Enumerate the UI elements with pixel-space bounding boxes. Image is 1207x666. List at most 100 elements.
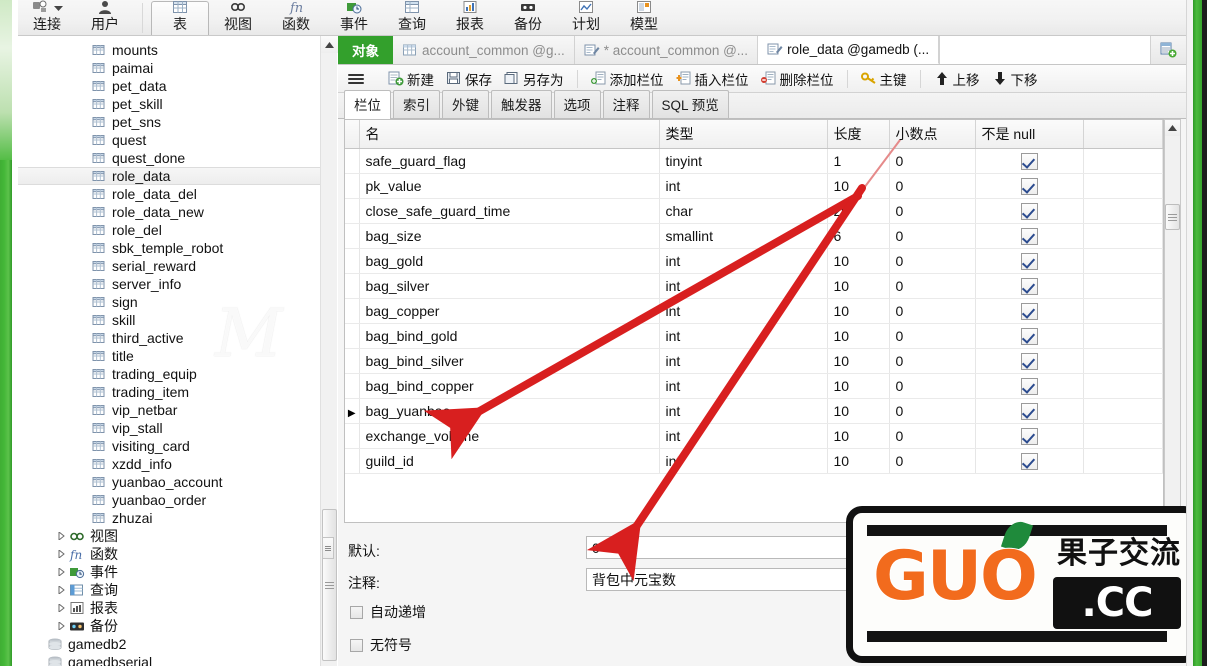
subtab-3[interactable]: 触发器: [491, 90, 552, 118]
table-row[interactable]: ▶ bag_yuanbao int 10 0: [345, 398, 1163, 424]
ribbon-button-view[interactable]: 视图: [209, 1, 267, 35]
cell-field-notnull[interactable]: [975, 423, 1084, 449]
checkbox-icon[interactable]: [350, 605, 363, 619]
tree-table-paimai[interactable]: paimai: [18, 59, 320, 77]
tree-table-visiting_card[interactable]: visiting_card: [18, 437, 320, 455]
cell-field-name[interactable]: bag_bind_gold: [359, 323, 660, 349]
cell-field-decimals[interactable]: 0: [889, 223, 976, 249]
checkbox-icon[interactable]: [350, 638, 363, 652]
tree-table-vip_netbar[interactable]: vip_netbar: [18, 401, 320, 419]
chevron-right-icon[interactable]: [54, 622, 68, 630]
cell-field-notnull[interactable]: [975, 148, 1084, 174]
tree-table-pet_sns[interactable]: pet_sns: [18, 113, 320, 131]
cell-field-notnull[interactable]: [975, 373, 1084, 399]
cell-field-length[interactable]: 10: [827, 273, 890, 299]
not-null-checkbox[interactable]: [1020, 452, 1038, 470]
toolbar-button-save-as[interactable]: 另存为: [498, 67, 570, 91]
tree-table-yuanbao_account[interactable]: yuanbao_account: [18, 473, 320, 491]
ribbon-button-backup[interactable]: 备份: [499, 1, 557, 35]
tree-group-函数[interactable]: fn 函数: [18, 545, 320, 563]
tree-table-trading_equip[interactable]: trading_equip: [18, 365, 320, 383]
cell-field-decimals[interactable]: 0: [889, 398, 976, 424]
cell-field-length[interactable]: 10: [827, 398, 890, 424]
toolbar-button-primary-key[interactable]: 主键: [855, 67, 913, 91]
object-tree-sidebar[interactable]: mounts paimai pet_data pet_skill pet_sns ques…: [18, 36, 320, 666]
cell-field-type[interactable]: int: [659, 298, 828, 324]
grid-scroll-thumb[interactable]: [1165, 204, 1180, 230]
sidebar-vertical-scrollbar[interactable]: [320, 36, 338, 666]
cell-field-notnull[interactable]: [975, 173, 1084, 199]
cell-field-name[interactable]: pk_value: [359, 173, 660, 199]
table-row[interactable]: bag_copper int 10 0: [345, 298, 1163, 324]
subtab-6[interactable]: SQL 预览: [651, 90, 729, 118]
tree-group-视图[interactable]: 视图: [18, 527, 320, 545]
ribbon-button-schedule[interactable]: 计划: [557, 1, 615, 35]
cell-field-decimals[interactable]: 0: [889, 148, 976, 174]
tree-table-pet_skill[interactable]: pet_skill: [18, 95, 320, 113]
editor-tab-2[interactable]: role_data @gamedb (...: [758, 36, 940, 64]
tree-database-gamedb2[interactable]: gamedb2: [18, 635, 320, 653]
tree-table-skill[interactable]: skill: [18, 311, 320, 329]
cell-field-decimals[interactable]: 0: [889, 198, 976, 224]
not-null-checkbox[interactable]: [1020, 352, 1038, 370]
cell-field-type[interactable]: int: [659, 448, 828, 474]
tree-table-trading_item[interactable]: trading_item: [18, 383, 320, 401]
cell-field-decimals[interactable]: 0: [889, 323, 976, 349]
tree-table-zhuzai[interactable]: zhuzai: [18, 509, 320, 527]
cell-field-name[interactable]: safe_guard_flag: [359, 148, 660, 174]
cell-field-name[interactable]: guild_id: [359, 448, 660, 474]
field-option-0[interactable]: 自动递增: [350, 602, 426, 622]
table-row[interactable]: guild_id int 10 0: [345, 448, 1163, 474]
cell-field-type[interactable]: smallint: [659, 223, 828, 249]
chevron-right-icon[interactable]: [54, 604, 68, 612]
tree-group-事件[interactable]: 事件: [18, 563, 320, 581]
cell-field-name[interactable]: bag_copper: [359, 298, 660, 324]
cell-field-name[interactable]: bag_yuanbao: [359, 398, 660, 424]
tree-table-quest_done[interactable]: quest_done: [18, 149, 320, 167]
subtab-0[interactable]: 栏位: [344, 90, 391, 119]
cell-field-type[interactable]: int: [659, 398, 828, 424]
cell-field-decimals[interactable]: 0: [889, 298, 976, 324]
cell-field-length[interactable]: 10: [827, 373, 890, 399]
not-null-checkbox[interactable]: [1020, 177, 1038, 195]
editor-tab-0[interactable]: account_common @g...: [393, 36, 575, 64]
cell-field-notnull[interactable]: [975, 298, 1084, 324]
subtab-2[interactable]: 外键: [442, 90, 489, 118]
fields-grid[interactable]: 名 类型 长度 小数点 不是 null safe_guard_flag tinyi…: [344, 119, 1164, 523]
ribbon-button-report[interactable]: 报表: [441, 1, 499, 35]
cell-field-name[interactable]: bag_size: [359, 223, 660, 249]
ribbon-button-query[interactable]: 查询: [383, 1, 441, 35]
cell-field-length[interactable]: 10: [827, 323, 890, 349]
toolbar-button-move-down[interactable]: 下移: [986, 67, 1044, 91]
not-null-checkbox[interactable]: [1020, 327, 1038, 345]
cell-field-notnull[interactable]: [975, 198, 1084, 224]
table-row[interactable]: pk_value int 10 0: [345, 173, 1163, 199]
table-row[interactable]: exchange_volume int 10 0: [345, 423, 1163, 449]
cell-field-decimals[interactable]: 0: [889, 348, 976, 374]
tree-table-yuanbao_order[interactable]: yuanbao_order: [18, 491, 320, 509]
cell-field-type[interactable]: int: [659, 348, 828, 374]
cell-field-name[interactable]: bag_gold: [359, 248, 660, 274]
not-null-checkbox[interactable]: [1020, 202, 1038, 220]
tree-table-sign[interactable]: sign: [18, 293, 320, 311]
not-null-checkbox[interactable]: [1020, 252, 1038, 270]
cell-field-length[interactable]: 10: [827, 348, 890, 374]
grid-header-name[interactable]: 名: [359, 120, 660, 149]
add-tab-button[interactable]: [1150, 36, 1186, 64]
not-null-checkbox[interactable]: [1020, 152, 1038, 170]
not-null-checkbox[interactable]: [1020, 427, 1038, 445]
table-row[interactable]: bag_size smallint 6 0: [345, 223, 1163, 249]
table-row[interactable]: safe_guard_flag tinyint 1 0: [345, 148, 1163, 174]
cell-field-decimals[interactable]: 0: [889, 273, 976, 299]
cell-field-notnull[interactable]: [975, 323, 1084, 349]
ribbon-button-table[interactable]: 表: [151, 1, 209, 35]
cell-field-notnull[interactable]: [975, 398, 1084, 424]
tree-table-vip_stall[interactable]: vip_stall: [18, 419, 320, 437]
tree-table-third_active[interactable]: third_active: [18, 329, 320, 347]
cell-field-notnull[interactable]: [975, 348, 1084, 374]
toolbar-button-new[interactable]: 新建: [382, 67, 440, 91]
ribbon-button-connection[interactable]: 连接: [18, 0, 76, 35]
tree-table-role_data[interactable]: role_data: [18, 167, 320, 185]
cell-field-length[interactable]: 6: [827, 223, 890, 249]
cell-field-decimals[interactable]: 0: [889, 248, 976, 274]
